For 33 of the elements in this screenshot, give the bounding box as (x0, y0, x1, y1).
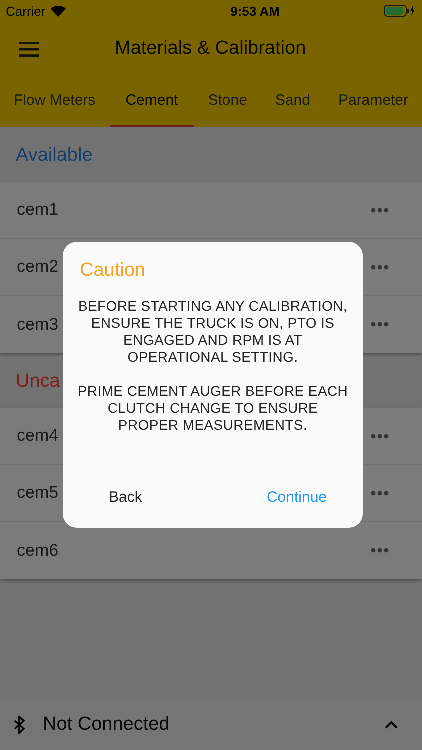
section-title: Unca (16, 371, 60, 393)
material-name[interactable]: cem1 (17, 200, 59, 220)
material-name[interactable]: cem6 (17, 540, 59, 560)
tab[interactable]: Stone (194, 76, 262, 127)
dialog-message: BEFORE STARTING ANY CALIBRATION, ENSURE THE TRUCK IS ON, PTO IS ENGAGED AND RPM IS AT OPERATIONAL SETTING. (77, 298, 349, 366)
wifi-icon (50, 6, 66, 16)
continue-button[interactable]: Continue (262, 485, 331, 510)
tab[interactable]: Parameter (324, 76, 422, 127)
back-button[interactable]: Back (105, 485, 146, 510)
more-icon[interactable] (371, 208, 389, 212)
clock-time: 9:53 AM (230, 4, 280, 18)
menu-icon[interactable] (19, 42, 39, 56)
material-name[interactable]: cem4 (17, 426, 59, 446)
more-icon[interactable] (371, 434, 389, 438)
more-icon[interactable] (371, 490, 389, 496)
dialog-message: PRIME CEMENT AUGER BEFORE EACH CLUTCH CHANGE TO ENSURE PROPER MEASUREMENTS. (77, 383, 349, 434)
more-icon[interactable] (371, 322, 389, 327)
tab[interactable]: Cement (110, 76, 194, 127)
tab[interactable]: Sand (261, 76, 324, 127)
material-name[interactable]: cem2 (17, 257, 59, 277)
dialog-title: Caution (80, 260, 146, 282)
chevron-up-icon[interactable] (385, 721, 398, 729)
app-title: Materials & Calibration (115, 38, 306, 60)
tab[interactable]: Flow Meters (0, 76, 110, 127)
more-icon[interactable] (371, 548, 389, 553)
material-name[interactable]: cem3 (17, 314, 59, 334)
more-icon[interactable] (371, 264, 389, 270)
battery-icon (384, 5, 416, 17)
carrier-label: Carrier (6, 4, 46, 18)
section-title: Available (16, 145, 93, 167)
connection-status: Not Connected (43, 714, 171, 736)
material-name[interactable]: cem5 (17, 483, 59, 503)
bluetooth-icon (14, 716, 26, 734)
